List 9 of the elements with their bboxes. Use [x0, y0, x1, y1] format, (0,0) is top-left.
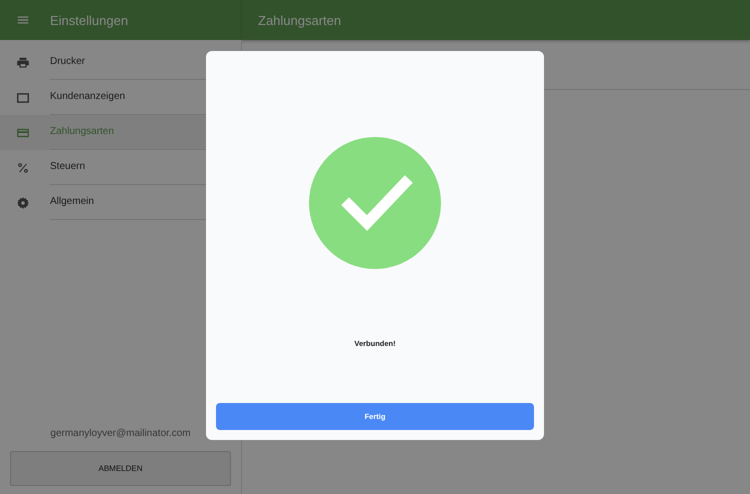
- logout-button[interactable]: ABMELDEN: [10, 451, 231, 486]
- monitor-icon: [16, 90, 30, 104]
- page-title: Zahlungsarten: [258, 12, 342, 28]
- printer-icon: [16, 56, 30, 70]
- settings-icon: [16, 196, 30, 210]
- account-email: germanyloyver@mailinator.com: [49, 428, 192, 439]
- app-title: Einstellungen: [50, 12, 128, 28]
- checkmark-circle-icon: [309, 137, 441, 269]
- percent-icon: [16, 160, 30, 174]
